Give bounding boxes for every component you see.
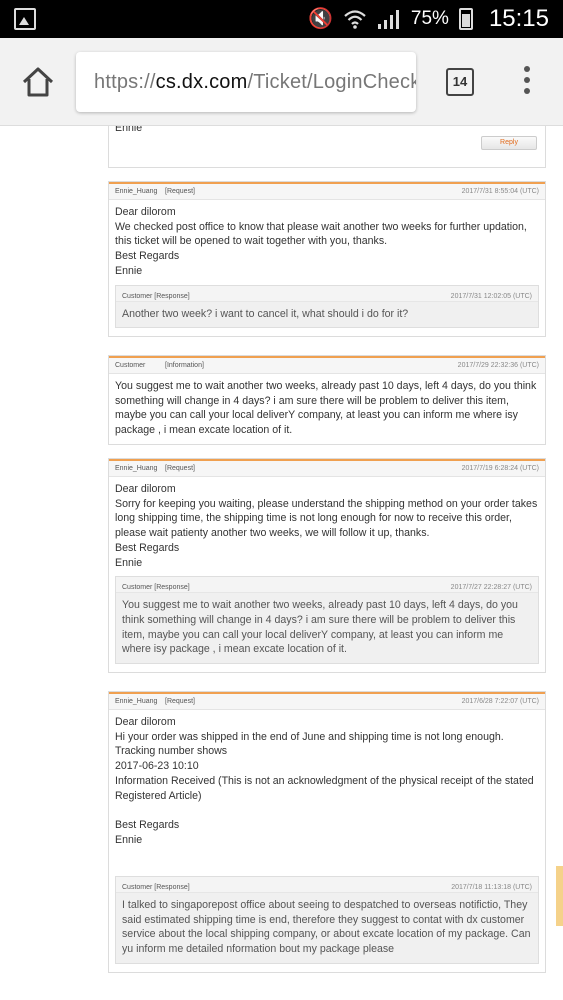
- response-box: Customer [Response] 2017/7/31 12:02:05 (…: [115, 284, 539, 329]
- message-box: Ennie_Huang [Request] 2017/7/31 8:55:04 …: [108, 181, 546, 338]
- gallery-icon: [14, 8, 36, 30]
- message-timestamp: 2017/7/31 8:55:04 (UTC): [461, 188, 539, 195]
- message-timestamp: 2017/7/19 6:28:24 (UTC): [461, 465, 539, 472]
- url-path: /Ticket/LoginCheckI: [247, 71, 416, 93]
- message-body: You suggest me to wait another two weeks…: [115, 380, 540, 437]
- response-timestamp: 2017/7/27 22:28:27 (UTC): [450, 584, 532, 592]
- response-author: Customer [Response]: [122, 292, 190, 300]
- message-author: Ennie_Huang: [115, 188, 158, 195]
- ticket-page: Ennie Reply Ennie_Huang [Request] 2017/7…: [0, 126, 563, 1000]
- edge-highlight: [556, 866, 563, 926]
- response-author: Customer [Response]: [122, 884, 190, 892]
- message-body: Dear dilorom Sorry for keeping you waiti…: [115, 483, 538, 569]
- message-author: Ennie_Huang: [115, 698, 158, 705]
- response-timestamp: 2017/7/18 11:13:18 (UTC): [451, 884, 532, 892]
- battery-percent: 75%: [410, 8, 449, 29]
- tab-switcher-button[interactable]: 14: [446, 68, 474, 96]
- response-box: Customer [Response] 2017/7/18 11:13:18 (…: [115, 876, 539, 964]
- message-box: Ennie_Huang [Request] 2017/7/19 6:28:24 …: [108, 458, 546, 674]
- message-box: Ennie_Huang [Request] 2017/6/28 7:22:07 …: [108, 691, 546, 973]
- response-body: You suggest me to wait another two weeks…: [116, 593, 538, 664]
- home-icon[interactable]: [20, 64, 56, 100]
- message-body: Dear dilorom Hi your order was shipped i…: [115, 716, 534, 846]
- message-role: [Request]: [165, 188, 195, 195]
- battery-icon: [458, 8, 473, 30]
- message-role: [Information]: [165, 362, 204, 369]
- message-box: Customer [Information] 2017/7/29 22:32:3…: [108, 355, 546, 445]
- response-author: Customer [Response]: [122, 584, 190, 592]
- message-role: [Request]: [165, 465, 195, 472]
- clock: 15:15: [488, 5, 549, 32]
- status-bar: 🔇 75% 15:15: [0, 0, 563, 38]
- response-body: I talked to singaporepost office about s…: [116, 893, 538, 963]
- browser-toolbar: https://cs.dx.com/Ticket/LoginCheckI 14: [0, 38, 563, 126]
- reply-button[interactable]: Reply: [481, 136, 537, 150]
- message-body: Ennie: [115, 126, 143, 134]
- url-prefix: https://: [94, 71, 156, 93]
- mute-icon: 🔇: [308, 8, 333, 30]
- wifi-icon: [344, 10, 366, 29]
- message-body: Dear dilorom We checked post office to k…: [115, 206, 527, 277]
- address-bar[interactable]: https://cs.dx.com/Ticket/LoginCheckI: [76, 52, 416, 112]
- signal-icon: [377, 10, 399, 29]
- response-timestamp: 2017/7/31 12:02:05 (UTC): [450, 292, 532, 300]
- message-timestamp: 2017/7/29 22:32:36 (UTC): [457, 362, 539, 369]
- response-box: Customer [Response] 2017/7/27 22:28:27 (…: [115, 576, 539, 665]
- url-domain: cs.dx.com: [155, 71, 248, 93]
- message-author: Ennie_Huang: [115, 465, 158, 472]
- response-body: Another two week? i want to cancel it, w…: [116, 301, 538, 328]
- message-timestamp: 2017/6/28 7:22:07 (UTC): [461, 698, 539, 705]
- message-author: Customer: [115, 362, 146, 369]
- message-role: [Request]: [165, 698, 195, 705]
- overflow-menu-icon[interactable]: [520, 66, 534, 98]
- message-box: Ennie Reply: [108, 126, 546, 168]
